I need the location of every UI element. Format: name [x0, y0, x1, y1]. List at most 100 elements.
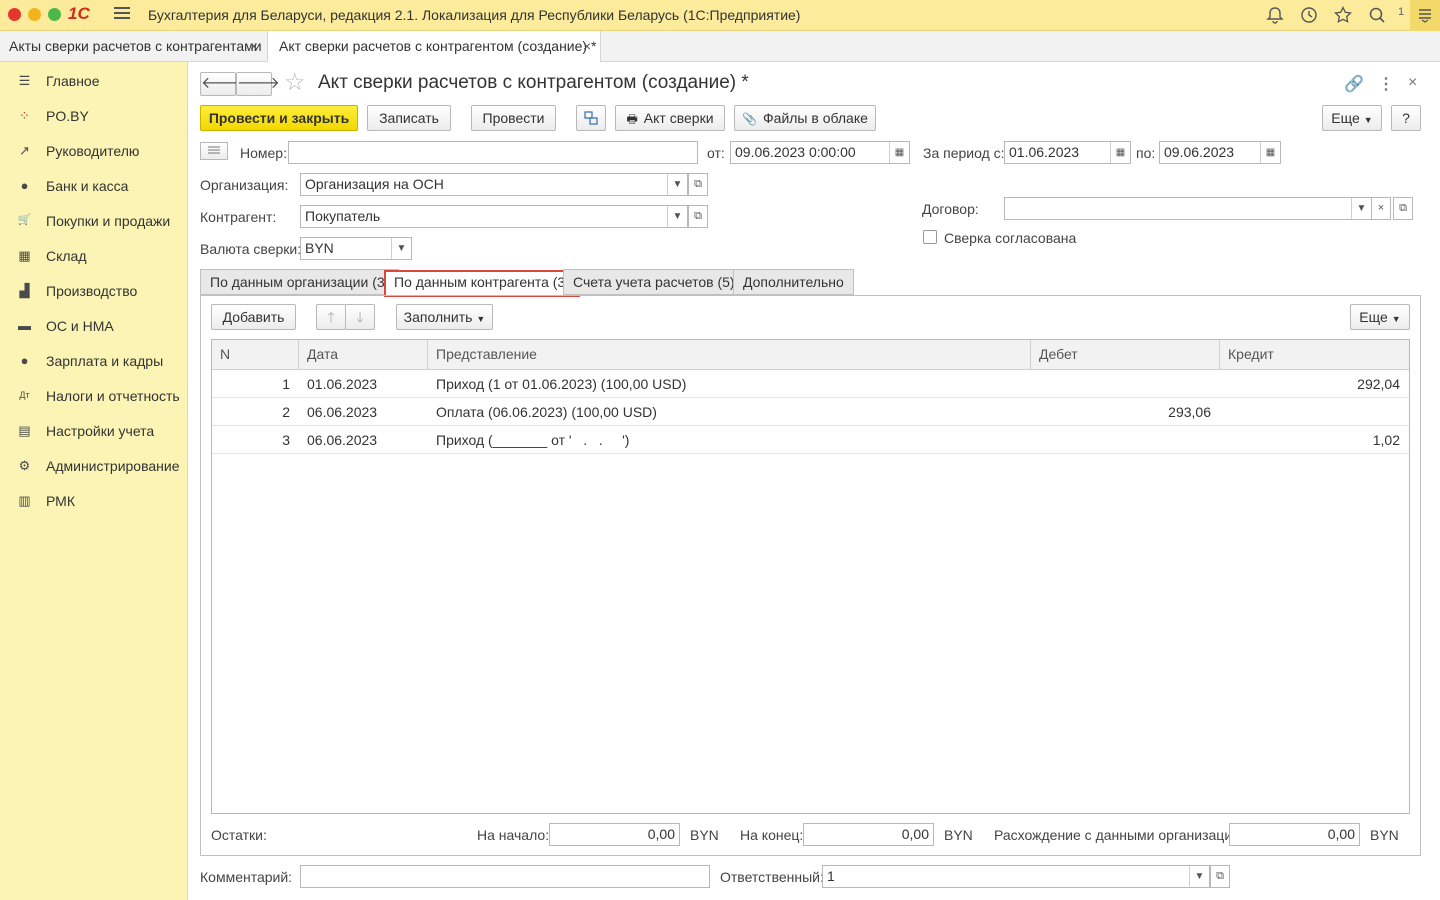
more-vertical-icon[interactable]: ⋮: [1378, 74, 1394, 94]
tab-accounts[interactable]: Счета учета расчетов (5): [563, 269, 745, 295]
column-header-date[interactable]: Дата: [299, 340, 428, 370]
close-tab-icon[interactable]: ×: [250, 38, 258, 54]
post-button[interactable]: Провести: [471, 105, 556, 131]
fill-button[interactable]: Заполнить ▼: [396, 304, 493, 330]
dropdown-arrow-icon[interactable]: ▼: [1351, 198, 1371, 219]
period-from-value: 01.06.2023: [1009, 144, 1080, 160]
save-button[interactable]: Записать: [367, 105, 451, 131]
sidebar-item-label: Настройки учета: [46, 423, 155, 439]
print-act-label: Акт сверки: [643, 110, 714, 126]
end-balance-currency: BYN: [944, 827, 973, 843]
sidebar-item-settings[interactable]: ▤ Настройки учета: [0, 413, 188, 448]
move-up-button[interactable]: 🡑: [316, 304, 346, 330]
maximize-window-button[interactable]: [48, 8, 61, 21]
sidebar-item-manager[interactable]: ↗ Руководителю: [0, 133, 188, 168]
sidebar-item-production[interactable]: ▟ Производство: [0, 273, 188, 308]
responsible-field[interactable]: 1 ▼: [822, 865, 1210, 888]
sidebar-item-sales[interactable]: 🛒 Покупки и продажи: [0, 203, 188, 238]
hamburger-icon: [1419, 9, 1431, 23]
tab-additional[interactable]: Дополнительно: [733, 269, 854, 295]
sidebar-item-salary[interactable]: ● Зарплата и кадры: [0, 343, 188, 378]
tab-counterparty-data[interactable]: По данным контрагента (3): [384, 270, 580, 297]
more-button[interactable]: Еще ▼: [1322, 105, 1382, 131]
post-and-close-button[interactable]: Провести и закрыть: [200, 105, 358, 131]
column-header-credit[interactable]: Кредит: [1220, 340, 1409, 370]
dropdown-arrow-icon[interactable]: ▼: [667, 206, 687, 227]
reconciliation-table[interactable]: N Дата Представление Дебет Кредит 1 01.0…: [211, 339, 1410, 814]
tab-organization-data[interactable]: По данным организации (3): [200, 269, 400, 295]
print-act-button[interactable]: 🖶 Акт сверки: [615, 105, 725, 131]
open-counterparty-icon[interactable]: ⧉: [688, 205, 708, 228]
tab-act-create[interactable]: Акт сверки расчетов с контрагентом (созд…: [268, 31, 601, 63]
dropdown-arrow-icon: ▼: [1391, 314, 1401, 324]
date-field[interactable]: 09.06.2023 0:00:00 ▦: [730, 141, 910, 164]
help-button[interactable]: ?: [1391, 105, 1421, 131]
search-icon[interactable]: [1368, 6, 1386, 24]
number-field[interactable]: [288, 141, 698, 164]
minimize-window-button[interactable]: [28, 8, 41, 21]
close-tab-icon[interactable]: ×: [583, 38, 591, 54]
comment-doc-icon[interactable]: [200, 142, 228, 160]
tab-label: Акт сверки расчетов с контрагентом (созд…: [279, 38, 597, 54]
paperclip-icon: 📎: [742, 112, 758, 126]
period-from-field[interactable]: 01.06.2023 ▦: [1004, 141, 1131, 164]
start-balance-field[interactable]: 0,00: [549, 823, 680, 846]
comment-field[interactable]: [300, 865, 710, 888]
history-icon[interactable]: [1300, 6, 1318, 24]
main-menu-icon[interactable]: [114, 7, 130, 23]
sidebar-item-main[interactable]: ☰ Главное: [0, 63, 188, 98]
calendar-icon[interactable]: ▦: [889, 142, 909, 163]
clear-contract-icon[interactable]: ×: [1371, 197, 1391, 220]
sections-sidebar: ☰ Главное ⁘ PO.BY ↗ Руководителю ● Банк и ка…: [0, 62, 188, 900]
open-responsible-icon[interactable]: ⧉: [1210, 865, 1230, 888]
counterparty-field[interactable]: Покупатель ▼: [300, 205, 688, 228]
cell-representation: Оплата (06.06.2023) (100,00 USD): [436, 404, 657, 420]
open-contract-icon[interactable]: ⧉: [1393, 197, 1413, 220]
close-form-icon[interactable]: ×: [1408, 74, 1417, 92]
calendar-icon[interactable]: ▦: [1110, 142, 1130, 163]
gear-icon: ⚙: [18, 458, 31, 473]
add-row-button[interactable]: Добавить: [211, 304, 296, 330]
organization-field[interactable]: Организация на ОСН ▼: [300, 173, 688, 196]
dropdown-arrow-icon[interactable]: ▼: [391, 238, 411, 259]
dropdown-arrow-icon[interactable]: ▼: [667, 174, 687, 195]
end-balance-label: На конец:: [740, 827, 804, 843]
favorite-star-icon[interactable]: ☆: [284, 71, 306, 95]
sidebar-item-assets[interactable]: ▬ ОС и НМА: [0, 308, 188, 343]
currency-field[interactable]: BYN ▼: [300, 237, 412, 260]
sidebar-item-poby[interactable]: ⁘ PO.BY: [0, 98, 188, 133]
sidebar-item-taxes[interactable]: Дт Налоги и отчетность: [0, 378, 188, 413]
bell-icon[interactable]: [1266, 6, 1284, 24]
open-organization-icon[interactable]: ⧉: [688, 173, 708, 196]
structure-button[interactable]: [576, 105, 606, 131]
tab-acts-list[interactable]: Акты сверки расчетов с контрагентами ×: [0, 31, 268, 62]
sidebar-item-warehouse[interactable]: ▦ Склад: [0, 238, 188, 273]
close-window-button[interactable]: [8, 8, 21, 21]
table-row[interactable]: 1 01.06.2023 Приход (1 от 01.06.2023) (1…: [212, 370, 1409, 398]
difference-field[interactable]: 0,00: [1229, 823, 1360, 846]
period-to-field[interactable]: 09.06.2023 ▦: [1159, 141, 1281, 164]
end-balance-field[interactable]: 0,00: [803, 823, 934, 846]
dropdown-arrow-icon[interactable]: ▼: [1189, 866, 1209, 887]
form-area: 🡐 🡒 ☆ Акт сверки расчетов с контрагентом…: [188, 62, 1440, 900]
cell-date: 06.06.2023: [307, 404, 378, 420]
back-button[interactable]: 🡐: [200, 72, 244, 96]
column-header-representation[interactable]: Представление: [428, 340, 1031, 370]
cloud-files-button[interactable]: 📎 Файлы в облаке: [734, 105, 876, 131]
settings-panel-button[interactable]: [1410, 0, 1440, 31]
sidebar-item-rmk[interactable]: ▥ РМК: [0, 483, 188, 518]
table-more-button[interactable]: Еще ▼: [1350, 304, 1410, 330]
agreed-checkbox[interactable]: [923, 230, 937, 244]
contract-field[interactable]: ▼: [1004, 197, 1372, 220]
sidebar-item-admin[interactable]: ⚙ Администрирование: [0, 448, 188, 483]
move-down-button[interactable]: 🡓: [345, 304, 375, 330]
table-row[interactable]: 2 06.06.2023 Оплата (06.06.2023) (100,00…: [212, 398, 1409, 426]
sidebar-item-bank[interactable]: ● Банк и касса: [0, 168, 188, 203]
table-row[interactable]: 3 06.06.2023 Приход (_______ от ' . . ')…: [212, 426, 1409, 454]
link-icon[interactable]: 🔗: [1344, 74, 1364, 94]
calendar-icon[interactable]: ▦: [1260, 142, 1280, 163]
forward-button[interactable]: 🡒: [236, 72, 280, 96]
column-header-n[interactable]: N: [212, 340, 299, 370]
star-icon[interactable]: [1334, 6, 1352, 24]
column-header-debit[interactable]: Дебет: [1031, 340, 1220, 370]
